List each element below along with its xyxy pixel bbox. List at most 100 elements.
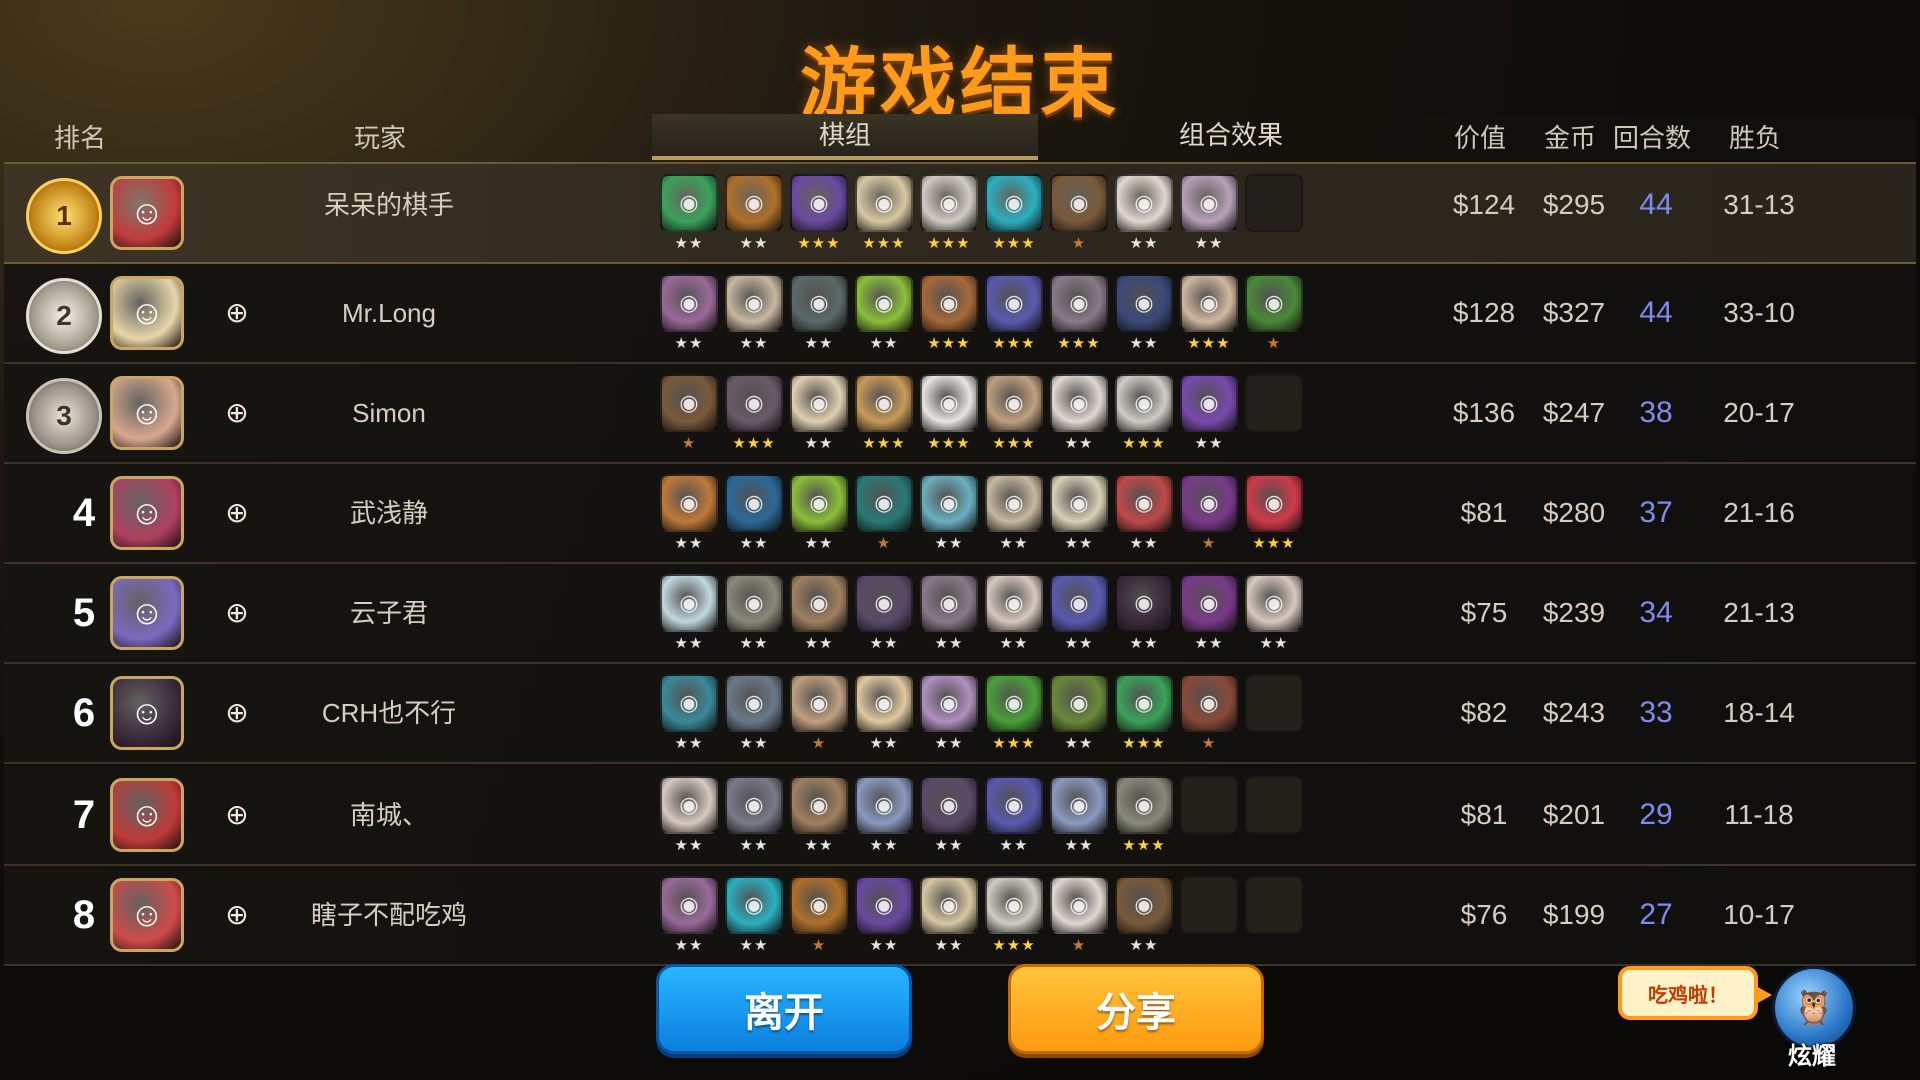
avatar[interactable]: ☺ bbox=[110, 476, 184, 550]
avatar[interactable]: ☺ bbox=[110, 576, 184, 650]
avatar[interactable]: ☺ bbox=[110, 376, 184, 450]
unit-slot[interactable]: ◉ ★★ bbox=[790, 776, 848, 856]
player-row[interactable]: 8 ☺ ⊕ 瞎子不配吃鸡 ◉ ★★ ◉ ★★ ◉ ★ ◉ ★★ ◉ ★★ ◉ ★★★ ◉ ★ ◉ ★★ $76 $199 2… bbox=[4, 866, 1916, 966]
avatar[interactable]: ☺ bbox=[110, 176, 184, 250]
unit-slot[interactable]: ◉ ★★ bbox=[920, 674, 978, 754]
unit-slot[interactable]: ◉ ★★ bbox=[920, 474, 978, 554]
unit-slot[interactable]: ◉ ★ bbox=[855, 474, 913, 554]
avatar[interactable]: ☺ bbox=[110, 676, 184, 750]
unit-slot[interactable]: ◉ ★★★ bbox=[985, 274, 1043, 354]
unit-slot[interactable]: ◉ ★★ bbox=[1050, 474, 1108, 554]
unit-slot[interactable]: ◉ ★★ bbox=[660, 776, 718, 856]
unit-slot[interactable]: ◉ ★★★ bbox=[1245, 474, 1303, 554]
unit-slot[interactable]: ◉ ★★ bbox=[1115, 274, 1173, 354]
unit-slot[interactable]: ◉ ★★ bbox=[660, 674, 718, 754]
unit-slot[interactable]: ◉ ★★ bbox=[985, 474, 1043, 554]
player-row[interactable]: 3 ☺ ⊕ Simon ◉ ★ ◉ ★★★ ◉ ★★ ◉ ★★★ ◉ ★★★ ◉ ★★★ ◉ ★★ ◉ ★★★ ◉ ★★ $… bbox=[4, 364, 1916, 464]
unit-slot[interactable]: ◉ ★★ bbox=[855, 274, 913, 354]
unit-slot[interactable]: ◉ ★★★ bbox=[920, 374, 978, 454]
unit-slot[interactable]: ◉ ★ bbox=[1050, 174, 1108, 254]
unit-slot[interactable]: ◉ ★★ bbox=[790, 374, 848, 454]
add-friend-icon[interactable]: ⊕ bbox=[220, 898, 254, 932]
unit-slot[interactable]: ◉ ★★★ bbox=[985, 374, 1043, 454]
unit-slot[interactable]: ◉ ★★★ bbox=[1050, 274, 1108, 354]
unit-slot[interactable]: ◉ ★★ bbox=[1180, 374, 1238, 454]
unit-slot[interactable]: ◉ ★★ bbox=[1115, 474, 1173, 554]
unit-slot[interactable]: ◉ ★★ bbox=[660, 574, 718, 654]
player-row[interactable]: 1 ☺ 呆呆的棋手 ◉ ★★ ◉ ★★ ◉ ★★★ ◉ ★★★ ◉ ★★★ ◉ ★★★ ◉ ★ ◉ ★★ ◉ ★★ $12… bbox=[4, 162, 1916, 264]
unit-slot[interactable]: ◉ ★★★ bbox=[985, 174, 1043, 254]
unit-slot[interactable]: ◉ ★★★ bbox=[1180, 274, 1238, 354]
unit-slot[interactable]: ◉ ★★★ bbox=[855, 374, 913, 454]
tab-synergy[interactable]: 组合效果 bbox=[1038, 114, 1424, 160]
unit-slot[interactable]: ◉ ★ bbox=[790, 876, 848, 956]
unit-slot[interactable]: ◉ ★★★ bbox=[920, 274, 978, 354]
player-row[interactable]: 6 ☺ ⊕ CRH也不行 ◉ ★★ ◉ ★★ ◉ ★ ◉ ★★ ◉ ★★ ◉ ★★★ ◉ ★★ ◉ ★★★ ◉ ★ $82 $… bbox=[4, 664, 1916, 764]
unit-slot[interactable]: ◉ ★★ bbox=[790, 474, 848, 554]
unit-slot[interactable]: ◉ ★★★ bbox=[985, 674, 1043, 754]
unit-slot[interactable]: ◉ ★★★ bbox=[1115, 776, 1173, 856]
add-friend-icon[interactable]: ⊕ bbox=[220, 396, 254, 430]
unit-slot[interactable]: ◉ ★★ bbox=[920, 776, 978, 856]
unit-slot[interactable]: ◉ ★★ bbox=[920, 876, 978, 956]
unit-slot[interactable]: ◉ ★★ bbox=[725, 274, 783, 354]
unit-slot[interactable]: ◉ ★★ bbox=[1245, 574, 1303, 654]
unit-slot[interactable]: ◉ ★★ bbox=[790, 574, 848, 654]
unit-slot[interactable]: ◉ ★★ bbox=[1050, 374, 1108, 454]
player-row[interactable]: 4 ☺ ⊕ 武浅静 ◉ ★★ ◉ ★★ ◉ ★★ ◉ ★ ◉ ★★ ◉ ★★ ◉ ★★ ◉ ★★ ◉ ★ ◉ ★★★ $81 $2… bbox=[4, 464, 1916, 564]
player-row[interactable]: 7 ☺ ⊕ 南城、 ◉ ★★ ◉ ★★ ◉ ★★ ◉ ★★ ◉ ★★ ◉ ★★ ◉ ★★ ◉ ★★★ $81 $201 29… bbox=[4, 766, 1916, 866]
avatar[interactable]: ☺ bbox=[110, 878, 184, 952]
unit-slot[interactable]: ◉ ★★ bbox=[725, 674, 783, 754]
leave-button[interactable]: 离开 bbox=[656, 964, 912, 1054]
unit-slot[interactable]: ◉ ★★ bbox=[1115, 174, 1173, 254]
unit-slot[interactable]: ◉ ★★★ bbox=[1115, 374, 1173, 454]
unit-slot[interactable]: ◉ ★★ bbox=[855, 776, 913, 856]
add-friend-icon[interactable]: ⊕ bbox=[220, 296, 254, 330]
unit-slot[interactable]: ◉ ★ bbox=[660, 374, 718, 454]
unit-slot[interactable]: ◉ ★ bbox=[1180, 674, 1238, 754]
add-friend-icon[interactable]: ⊕ bbox=[220, 596, 254, 630]
unit-slot[interactable]: ◉ ★★ bbox=[1050, 674, 1108, 754]
unit-slot[interactable]: ◉ ★★ bbox=[855, 876, 913, 956]
unit-slot[interactable]: ◉ ★★ bbox=[660, 174, 718, 254]
share-button[interactable]: 分享 bbox=[1008, 964, 1264, 1054]
unit-slot[interactable]: ◉ ★★ bbox=[855, 574, 913, 654]
avatar[interactable]: ☺ bbox=[110, 276, 184, 350]
unit-slot[interactable]: ◉ ★★ bbox=[660, 474, 718, 554]
show-off-label[interactable]: 炫耀 bbox=[1762, 1036, 1862, 1071]
unit-slot[interactable]: ◉ ★★ bbox=[660, 274, 718, 354]
unit-slot[interactable]: ◉ ★★★ bbox=[855, 174, 913, 254]
unit-slot[interactable]: ◉ ★★ bbox=[1180, 574, 1238, 654]
unit-slot[interactable]: ◉ ★★ bbox=[725, 174, 783, 254]
unit-slot[interactable]: ◉ ★★★ bbox=[790, 174, 848, 254]
unit-slot[interactable]: ◉ ★ bbox=[1245, 274, 1303, 354]
unit-slot[interactable]: ◉ ★★ bbox=[985, 574, 1043, 654]
unit-slot[interactable]: ◉ ★★ bbox=[855, 674, 913, 754]
unit-slot[interactable]: ◉ ★★★ bbox=[920, 174, 978, 254]
avatar[interactable]: ☺ bbox=[110, 778, 184, 852]
player-row[interactable]: 5 ☺ ⊕ 云子君 ◉ ★★ ◉ ★★ ◉ ★★ ◉ ★★ ◉ ★★ ◉ ★★ ◉ ★★ ◉ ★★ ◉ ★★ ◉ ★★ $75 $… bbox=[4, 564, 1916, 664]
unit-slot[interactable]: ◉ ★★ bbox=[660, 876, 718, 956]
add-friend-icon[interactable]: ⊕ bbox=[220, 496, 254, 530]
add-friend-icon[interactable]: ⊕ bbox=[220, 798, 254, 832]
unit-slot[interactable]: ◉ ★★ bbox=[1115, 876, 1173, 956]
unit-slot[interactable]: ◉ ★★ bbox=[790, 274, 848, 354]
unit-slot[interactable]: ◉ ★ bbox=[790, 674, 848, 754]
unit-slot[interactable]: ◉ ★★ bbox=[1050, 574, 1108, 654]
unit-slot[interactable]: ◉ ★★ bbox=[725, 876, 783, 956]
unit-slot[interactable]: ◉ ★★★ bbox=[1115, 674, 1173, 754]
unit-slot[interactable]: ◉ ★★ bbox=[1050, 776, 1108, 856]
player-row[interactable]: 2 ☺ ⊕ Mr.Long ◉ ★★ ◉ ★★ ◉ ★★ ◉ ★★ ◉ ★★★ ◉ ★★★ ◉ ★★★ ◉ ★★ ◉ ★★… bbox=[4, 264, 1916, 364]
unit-slot[interactable]: ◉ ★★ bbox=[1115, 574, 1173, 654]
tab-lineup[interactable]: 棋组 bbox=[652, 114, 1038, 160]
add-friend-icon[interactable]: ⊕ bbox=[220, 696, 254, 730]
unit-slot[interactable]: ◉ ★★ bbox=[985, 776, 1043, 856]
unit-slot[interactable]: ◉ ★★ bbox=[725, 776, 783, 856]
unit-slot[interactable]: ◉ ★ bbox=[1050, 876, 1108, 956]
unit-slot[interactable]: ◉ ★★★ bbox=[985, 876, 1043, 956]
unit-slot[interactable]: ◉ ★★★ bbox=[725, 374, 783, 454]
unit-slot[interactable]: ◉ ★ bbox=[1180, 474, 1238, 554]
unit-slot[interactable]: ◉ ★★ bbox=[725, 474, 783, 554]
unit-slot[interactable]: ◉ ★★ bbox=[725, 574, 783, 654]
unit-slot[interactable]: ◉ ★★ bbox=[1180, 174, 1238, 254]
